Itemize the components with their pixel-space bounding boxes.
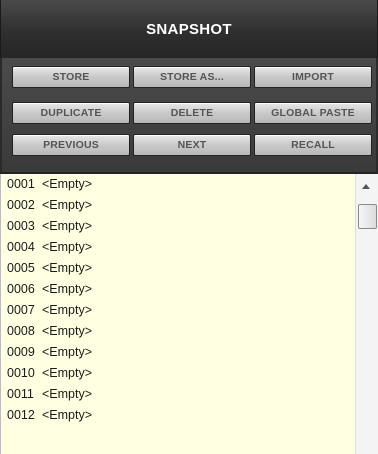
snapshot-label: <Empty>: [42, 303, 93, 317]
list-item[interactable]: 0003 <Empty>: [1, 216, 356, 237]
snapshot-number: 0012: [7, 408, 35, 422]
snapshot-label: <Empty>: [42, 219, 93, 233]
list-item[interactable]: 0005 <Empty>: [1, 258, 356, 279]
snapshot-number: 0009: [7, 345, 35, 359]
snapshot-number: 0010: [7, 366, 35, 380]
list-item[interactable]: 0007 <Empty>: [1, 300, 356, 321]
list-item[interactable]: 0002 <Empty>: [1, 195, 356, 216]
duplicate-button[interactable]: DUPLICATE: [12, 102, 130, 124]
store-as-button[interactable]: STORE AS...: [133, 66, 251, 88]
snapshot-number: 0005: [7, 261, 35, 275]
list-item[interactable]: 0010 <Empty>: [1, 363, 356, 384]
list-item[interactable]: 0004 <Empty>: [1, 237, 356, 258]
snapshot-label: <Empty>: [42, 198, 93, 212]
snapshot-panel: SNAPSHOT STORE STORE AS... IMPORT DUPLIC…: [0, 0, 378, 454]
list-item[interactable]: 0012 <Empty>: [1, 405, 356, 426]
snapshot-number: 0004: [7, 240, 35, 254]
list-item[interactable]: 0009 <Empty>: [1, 342, 356, 363]
panel-title: SNAPSHOT: [146, 20, 232, 38]
scrollbar-thumb[interactable]: [358, 204, 377, 229]
global-paste-button[interactable]: GLOBAL PASTE: [254, 102, 372, 124]
snapshot-number: 0002: [7, 198, 35, 212]
store-button[interactable]: STORE: [12, 66, 130, 88]
snapshot-list[interactable]: 0001 <Empty> 0002 <Empty> 0003 <Empty> 0004 <Em…: [0, 174, 356, 454]
next-button[interactable]: NEXT: [133, 134, 251, 156]
snapshot-number: 0008: [7, 324, 35, 338]
snapshot-label: <Empty>: [42, 345, 93, 359]
list-item[interactable]: 0006 <Empty>: [1, 279, 356, 300]
snapshot-number: 0006: [7, 282, 35, 296]
list-item[interactable]: 0011 <Empty>: [1, 384, 356, 405]
snapshot-label: <Empty>: [42, 408, 93, 422]
previous-button[interactable]: PREVIOUS: [12, 134, 130, 156]
snapshot-label: <Empty>: [42, 324, 93, 338]
button-area: STORE STORE AS... IMPORT DUPLICATE DELET…: [0, 58, 378, 174]
snapshot-label: <Empty>: [42, 240, 93, 254]
snapshot-number: 0001: [7, 177, 35, 191]
import-button[interactable]: IMPORT: [254, 66, 372, 88]
snapshot-number: 0011: [7, 387, 34, 401]
list-item[interactable]: 0001 <Empty>: [1, 174, 356, 195]
snapshot-label: <Empty>: [42, 366, 93, 380]
scroll-up-arrow-icon[interactable]: [362, 184, 370, 189]
snapshot-number: 0003: [7, 219, 35, 233]
title-bar: SNAPSHOT: [0, 0, 378, 58]
snapshot-number: 0007: [7, 303, 35, 317]
list-item[interactable]: 0008 <Empty>: [1, 321, 356, 342]
delete-button[interactable]: DELETE: [133, 102, 251, 124]
vertical-scrollbar[interactable]: [355, 174, 378, 454]
snapshot-label: <Empty>: [42, 177, 93, 191]
snapshot-label: <Empty>: [42, 387, 93, 401]
snapshot-label: <Empty>: [42, 261, 93, 275]
snapshot-label: <Empty>: [42, 282, 93, 296]
recall-button[interactable]: RECALL: [254, 134, 372, 156]
